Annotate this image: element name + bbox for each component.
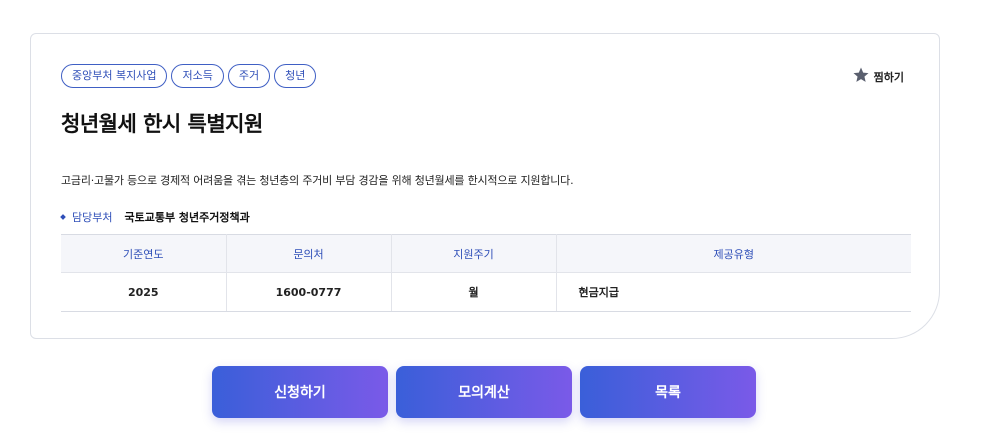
- cell-base-year: 2025: [61, 272, 227, 312]
- header-contact: 문의처: [226, 234, 392, 273]
- header-support-cycle: 지원주기: [391, 234, 557, 273]
- cell-provision-type: 현금지급: [556, 272, 911, 312]
- tag-central-welfare[interactable]: 중앙부처 복지사업: [61, 64, 168, 88]
- apply-button[interactable]: 신청하기: [212, 366, 388, 418]
- cell-contact: 1600-0777: [226, 272, 392, 312]
- tag-youth[interactable]: 청년: [274, 64, 317, 88]
- tag-list: 중앙부처 복지사업 저소득 주거 청년: [61, 64, 317, 88]
- table-row: 2025 1600-0777 월 현금지급: [61, 272, 911, 312]
- department-value: 국토교통부 청년주거정책과: [124, 211, 250, 224]
- list-button[interactable]: 목록: [580, 366, 756, 418]
- cell-support-cycle: 월: [391, 272, 557, 312]
- simulate-button[interactable]: 모의계산: [396, 366, 572, 418]
- header-base-year: 기준연도: [61, 234, 227, 273]
- tag-housing[interactable]: 주거: [227, 64, 271, 88]
- star-icon: [852, 66, 870, 87]
- tag-low-income[interactable]: 저소득: [171, 64, 224, 88]
- table-header-row: 기준연도 문의처 지원주기 제공유형: [61, 234, 911, 273]
- department-info: 담당부처 국토교통부 청년주거정책과: [60, 209, 250, 225]
- favorite-button[interactable]: 찜하기: [852, 66, 904, 87]
- department-label: 담당부처: [72, 211, 113, 224]
- favorite-label: 찜하기: [873, 70, 904, 84]
- header-provision-type: 제공유형: [556, 234, 911, 273]
- diamond-bullet-icon: [60, 214, 66, 220]
- info-table: 기준연도 문의처 지원주기 제공유형 2025 1600-0777 월 현금지급: [61, 234, 911, 312]
- service-description: 고금리·고물가 등으로 경제적 어려움을 겪는 청년층의 주거비 부담 경감을 …: [61, 174, 574, 187]
- page-title: 청년월세 한시 특별지원: [61, 112, 263, 136]
- action-buttons: 신청하기 모의계산 목록: [212, 366, 756, 418]
- service-card: 중앙부처 복지사업 저소득 주거 청년 찜하기 청년월세 한시 특별지원 고금리…: [30, 33, 940, 339]
